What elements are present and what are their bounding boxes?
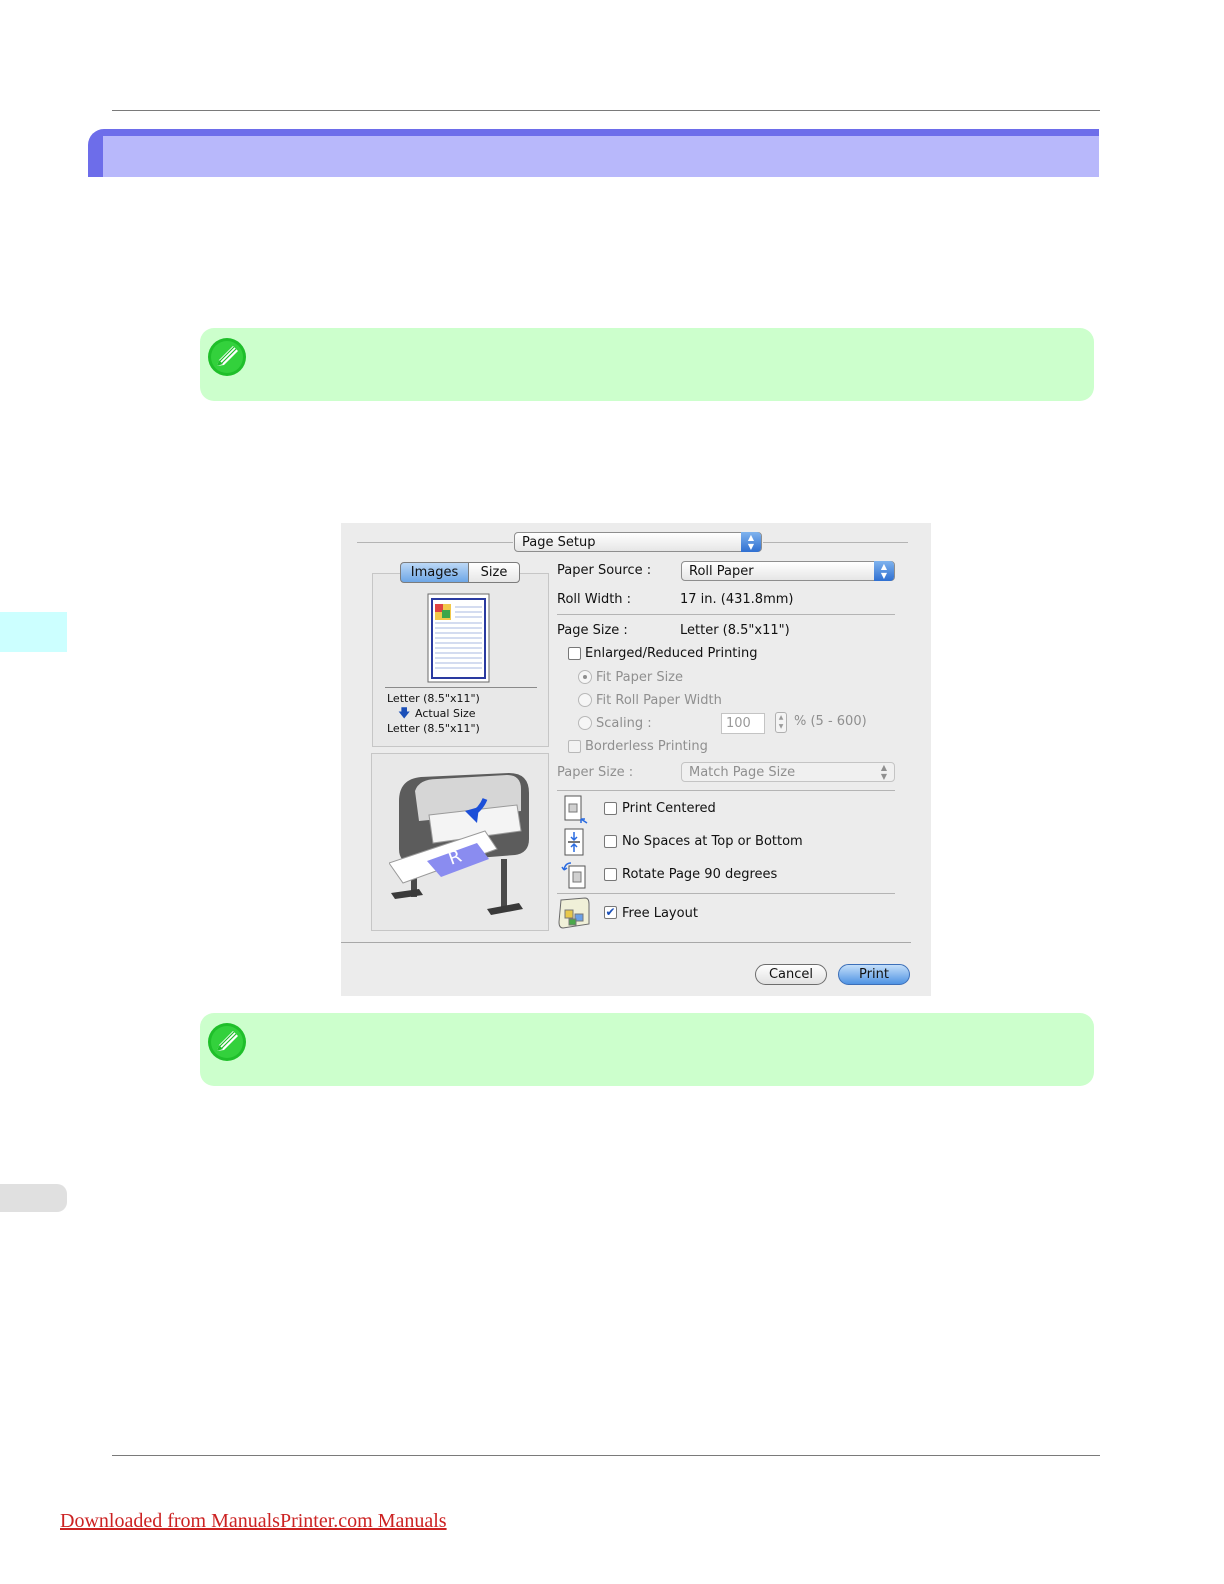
note-box — [200, 1013, 1094, 1086]
rotate-page-checkbox[interactable] — [604, 868, 617, 881]
fit-paper-size-radio[interactable] — [578, 670, 592, 684]
title-separator — [357, 542, 513, 543]
print-centered-label: Print Centered — [622, 801, 716, 816]
popup-arrows-icon: ▲ ▼ — [741, 532, 761, 552]
rotate-page-label: Rotate Page 90 degrees — [622, 867, 778, 882]
section-title-bar — [88, 129, 1099, 177]
panel-popup[interactable]: Page Setup ▲ ▼ — [514, 532, 762, 552]
paper-size-label: Paper Size : — [557, 765, 634, 780]
print-centered-icon — [564, 795, 588, 824]
roll-width-label: Roll Width : — [557, 592, 632, 607]
paper-size-popup[interactable]: Match Page Size ▲ ▼ — [681, 762, 895, 782]
printer-illustration-icon: R — [389, 773, 529, 915]
fit-roll-width-radio[interactable] — [578, 693, 592, 707]
rotate-page-icon — [561, 862, 586, 889]
roll-width-value: 17 in. (431.8mm) — [680, 592, 794, 607]
header-rule — [112, 110, 1100, 111]
page-size-value: Letter (8.5"x11") — [680, 623, 790, 638]
no-spaces-icon — [564, 828, 584, 856]
scaling-label: Scaling : — [596, 716, 652, 731]
borderless-checkbox[interactable] — [568, 740, 581, 753]
note-box — [200, 328, 1094, 401]
view-toggle: Images Size — [400, 562, 520, 583]
fit-roll-width-label: Fit Roll Paper Width — [596, 693, 722, 708]
scaling-range: % (5 - 600) — [794, 714, 867, 729]
scaling-input[interactable]: 100 — [721, 713, 765, 734]
preview-to-size: Letter (8.5"x11") — [387, 722, 480, 735]
free-layout-checkbox[interactable]: ✔ — [604, 906, 617, 919]
title-separator — [763, 542, 908, 543]
note-pencil-icon — [208, 338, 246, 376]
preview-separator — [385, 687, 537, 688]
no-spaces-label: No Spaces at Top or Bottom — [622, 834, 803, 849]
note-pencil-icon — [208, 1023, 246, 1061]
button-separator — [341, 942, 911, 943]
section-separator — [557, 614, 895, 615]
page-thumbnail-icon — [427, 593, 490, 683]
popup-arrows-icon: ▲ ▼ — [874, 561, 894, 581]
page-setup-dialog: Page Setup ▲ ▼ Letter (8.5"x11") 🡇 Actual… — [341, 523, 931, 996]
paper-source-value: Roll Paper — [689, 564, 754, 579]
print-centered-checkbox[interactable] — [604, 802, 617, 815]
chapter-side-tab — [0, 612, 67, 652]
no-spaces-checkbox[interactable] — [604, 835, 617, 848]
borderless-label: Borderless Printing — [585, 739, 708, 754]
free-layout-label: Free Layout — [622, 906, 698, 921]
footer-download-link[interactable]: Downloaded from ManualsPrinter.com Manua… — [60, 1510, 447, 1533]
free-layout-icon — [558, 897, 590, 929]
index-side-tab — [0, 1184, 67, 1212]
page-size-label: Page Size : — [557, 623, 628, 638]
tab-images[interactable]: Images — [400, 562, 469, 583]
print-button[interactable]: Print — [838, 964, 910, 985]
enlarged-reduced-label: Enlarged/Reduced Printing — [585, 646, 758, 661]
cancel-button[interactable]: Cancel — [755, 964, 827, 985]
section-separator — [557, 893, 895, 894]
section-separator — [557, 790, 895, 791]
preview-scale-label: Actual Size — [415, 707, 476, 720]
tab-size[interactable]: Size — [468, 562, 520, 583]
paper-source-label: Paper Source : — [557, 563, 652, 578]
enlarged-reduced-checkbox[interactable] — [568, 647, 581, 660]
paper-source-popup[interactable]: Roll Paper ▲ ▼ — [681, 561, 895, 581]
scaling-stepper[interactable]: ▲ ▼ — [775, 712, 787, 733]
paper-size-value: Match Page Size — [689, 765, 796, 780]
footer-rule — [112, 1455, 1100, 1456]
popup-arrows-icon: ▲ ▼ — [880, 763, 888, 781]
scaling-radio[interactable] — [578, 716, 592, 730]
panel-popup-label: Page Setup — [522, 535, 596, 550]
fit-paper-size-label: Fit Paper Size — [596, 670, 684, 685]
